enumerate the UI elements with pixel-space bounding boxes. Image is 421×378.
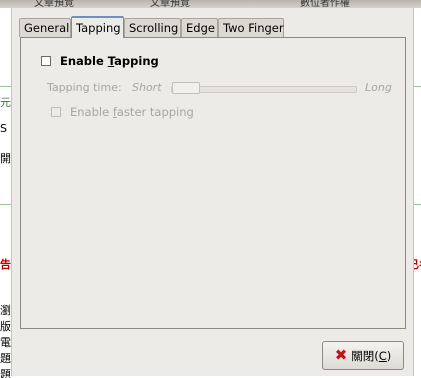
tapping-time-max-label: Long: [365, 81, 392, 94]
background-text: 告: [0, 258, 11, 271]
tab-scrolling[interactable]: Scrolling: [124, 18, 181, 37]
close-button[interactable]: ✖ 關閉(C): [322, 341, 404, 370]
close-icon: ✖: [334, 346, 348, 364]
background-text: 電: [0, 336, 11, 349]
touchpad-settings-dialog: General Tapping Scrolling Edge Two Finge…: [11, 8, 414, 376]
background-text: 版: [0, 320, 11, 333]
tab-tapping[interactable]: Tapping: [71, 16, 124, 38]
background-tab[interactable]: 數位者作權: [300, 0, 350, 8]
tapping-time-slider-handle[interactable]: [172, 82, 200, 94]
enable-tapping-label: Enable Tapping: [60, 54, 159, 68]
background-tab[interactable]: 文章預覽: [34, 0, 74, 8]
tapping-time-min-label: Short: [132, 81, 162, 94]
background-text: 瀏: [0, 304, 11, 317]
background-text: 開: [0, 152, 11, 165]
background-tab-bar: 文章預覽 文章預覽 數位者作權: [0, 0, 421, 8]
background-text: 題: [0, 352, 11, 365]
background-text: 元: [0, 96, 11, 109]
enable-tapping-option[interactable]: Enable Tapping: [41, 54, 159, 68]
tab-two-finger[interactable]: Two Finger: [218, 18, 284, 37]
enable-tapping-checkbox[interactable]: [41, 56, 51, 66]
enable-faster-tapping-label: Enable faster tapping: [70, 105, 194, 119]
enable-faster-tapping-option[interactable]: Enable faster tapping: [51, 105, 194, 119]
background-text: S: [0, 122, 7, 135]
tab-general[interactable]: General: [19, 18, 71, 37]
close-button-label: 關閉(C): [351, 348, 392, 363]
tapping-time-label: Tapping time:: [47, 81, 122, 94]
tab-edge[interactable]: Edge: [181, 18, 218, 37]
tapping-page: Enable Tapping Tapping time: Short Long …: [20, 37, 406, 329]
enable-faster-tapping-checkbox[interactable]: [51, 107, 61, 117]
background-tab[interactable]: 文章預覽: [150, 0, 190, 8]
tapping-time-row: Tapping time: Short Long: [47, 81, 392, 97]
background-text: 題: [0, 368, 11, 378]
